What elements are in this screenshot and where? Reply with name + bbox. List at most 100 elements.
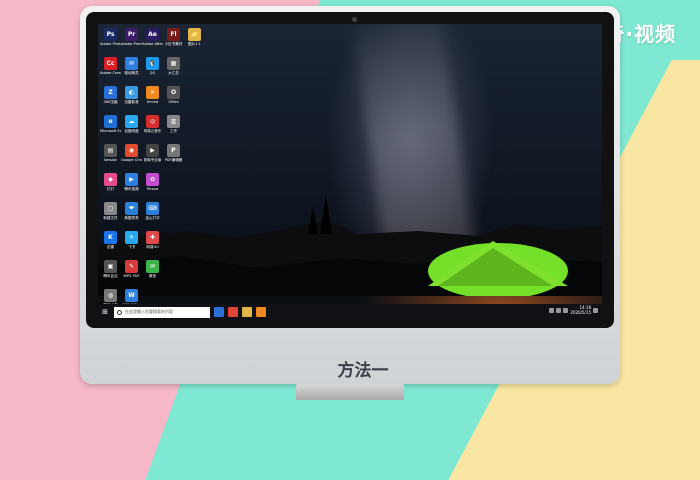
desktop-icon[interactable]: ▶ 腾讯视频 [121, 171, 142, 200]
app-icon: ✈ [125, 231, 138, 244]
app-icon: 📁 [188, 28, 201, 41]
desktop-icon[interactable]: Z 360压缩 [100, 84, 121, 113]
taskbar-clock[interactable]: 14:18 2020/5/15 [570, 305, 591, 315]
app-icon: ▦ [167, 57, 180, 70]
desktop-icon[interactable]: ◐ 迅雷影音 [121, 84, 142, 113]
desktop-icon-label: 网易云音乐 [143, 129, 162, 133]
monitor-bezel: PsAdobe Photosh...PrAdobe Premiere P...A… [86, 12, 614, 328]
app-icon [188, 173, 201, 186]
desktop-icon[interactable]: eMicrosoft Edge [100, 113, 121, 142]
taskbar-search-box[interactable]: 在这里输入你要搜索的内容 [114, 306, 210, 318]
desktop-icon [163, 258, 184, 287]
desktop-icon[interactable]: ✉ 驱动精灵 [121, 55, 142, 84]
desktop-icon-label: Google Chrome [121, 158, 142, 162]
task-view-icon[interactable] [214, 307, 224, 317]
app-icon: ◉ [125, 144, 138, 157]
desktop-icon[interactable]: ◉Google Chrome [121, 142, 142, 171]
app-icon: Fl [167, 28, 180, 41]
desktop-icon[interactable]: ✚ 网易UU [142, 229, 163, 258]
desktop-icon-label: 腾讯会议 [103, 274, 118, 278]
desktop-icon[interactable]: ▥ 工作 [163, 113, 184, 142]
app-icon: ✎ [125, 260, 138, 273]
desktop-icon[interactable]: ▦ 大汇总 [163, 55, 184, 84]
desktop-icon[interactable]: AeAdobe After Effects CC [142, 26, 163, 55]
desktop-icon-label: 美图秀秀 [124, 216, 139, 220]
desktop-icon[interactable]: Fl 小红书素材 [163, 26, 184, 55]
system-tray: 14:18 2020/5/15 [549, 305, 598, 315]
desktop-icon[interactable]: ✿ Picasa [142, 171, 163, 200]
app-icon: Pr [125, 28, 138, 41]
desktop-icon [184, 171, 205, 200]
network-icon[interactable] [549, 307, 555, 313]
desktop-icon-label: 360压缩 [103, 100, 118, 104]
app-icon: K [104, 231, 117, 244]
app-icon [167, 202, 180, 215]
volume-icon[interactable] [556, 307, 562, 313]
app-icon [188, 57, 201, 70]
desktop-icon-label: Adobe Photosh... [100, 42, 121, 46]
desktop-icon [184, 229, 205, 258]
app-icon: ▣ [104, 260, 117, 273]
desktop-icon[interactable]: ◎ 网易云音乐 [142, 113, 163, 142]
app-icon [188, 144, 201, 157]
file-explorer-icon[interactable] [242, 307, 252, 317]
app-icon: ▶ [146, 144, 159, 157]
desktop-icon [184, 258, 205, 287]
desktop-icon-label: QQ [149, 71, 156, 75]
desktop-icon-grid: PsAdobe Photosh...PrAdobe Premiere P...A… [100, 26, 205, 316]
windows-start-icon[interactable]: ⊞ [98, 304, 112, 320]
desktop-icon-label: Adobe Premiere P... [121, 42, 142, 46]
search-placeholder: 在这里输入你要搜索的内容 [125, 309, 173, 314]
chrome-taskbar-icon[interactable] [228, 307, 238, 317]
desktop-icon[interactable]: ▢ 新建文件 [100, 200, 121, 229]
desktop-icon[interactable]: ❤ 美图秀秀 [121, 200, 142, 229]
app-taskbar-icon[interactable] [256, 307, 266, 317]
app-icon: ◍ [104, 289, 117, 302]
desktop-icon[interactable]: 📁 图片1.1 [184, 26, 205, 55]
app-icon: ❤ [125, 202, 138, 215]
desktop-icon[interactable]: 🐧 QQ [142, 55, 163, 84]
desktop-screen[interactable]: PsAdobe Photosh...PrAdobe Premiere P...A… [98, 24, 602, 320]
desktop-icon-label: Adobe After Effects CC [142, 42, 163, 46]
desktop-icon-label: 图片1.1 [188, 42, 201, 46]
desktop-icon[interactable]: ✈ 飞书 [121, 229, 142, 258]
desktop-icon[interactable]: K 迅雷 [100, 229, 121, 258]
desktop-icon[interactable]: ✕ Xmind [142, 84, 163, 113]
desktop-icon[interactable]: ◆ 钉钉 [100, 171, 121, 200]
desktop-icon-label: Xmind [146, 100, 159, 104]
app-icon: Cc [104, 57, 117, 70]
caption-method-one: 方法一 [337, 361, 389, 381]
desktop-icon-label: 小红书素材 [164, 42, 183, 46]
app-icon [167, 173, 180, 186]
desktop-icon-label: PDF编辑器 [164, 158, 183, 162]
desktop-icon[interactable]: ▶ 剪映专业版 [142, 142, 163, 171]
desktop-icon[interactable]: P PDF编辑器 [163, 142, 184, 171]
app-icon: ✉ [146, 260, 159, 273]
app-icon [188, 231, 201, 244]
desktop-icon [163, 229, 184, 258]
desktop-icon[interactable]: ▣ 腾讯会议 [100, 258, 121, 287]
app-icon [146, 289, 159, 302]
desktop-icon[interactable]: ▤ Session [100, 142, 121, 171]
notification-icon[interactable] [593, 307, 598, 313]
desktop-icon-label: 新建文件 [103, 216, 118, 220]
ime-icon[interactable] [563, 307, 569, 313]
clock-date: 2020/5/15 [570, 310, 591, 315]
desktop-icon-label: Microsoft Edge [100, 129, 121, 133]
desktop-icon-label: 微信 [148, 274, 157, 278]
desktop-icon[interactable]: PsAdobe Photosh... [100, 26, 121, 55]
desktop-icon [163, 171, 184, 200]
camera-dot [352, 17, 357, 22]
desktop-icon[interactable]: CcAdobe Creati... [100, 55, 121, 84]
app-icon: Z [104, 86, 117, 99]
desktop-icon [184, 142, 205, 171]
desktop-icon[interactable]: ⌨ 金山打字 [142, 200, 163, 229]
desktop-icon[interactable]: ☁ 百度网盘 [121, 113, 142, 142]
desktop-icon-label: 工作 [169, 129, 178, 133]
desktop-icon[interactable]: ✉ 微信 [142, 258, 163, 287]
app-icon: ▢ [104, 202, 117, 215]
desktop-icon[interactable]: O Office [163, 84, 184, 113]
desktop-icon[interactable]: PrAdobe Premiere P... [121, 26, 142, 55]
desktop-icon[interactable]: ✎ WPS PDF [121, 258, 142, 287]
desktop-icon-label: 钉钉 [106, 187, 115, 191]
